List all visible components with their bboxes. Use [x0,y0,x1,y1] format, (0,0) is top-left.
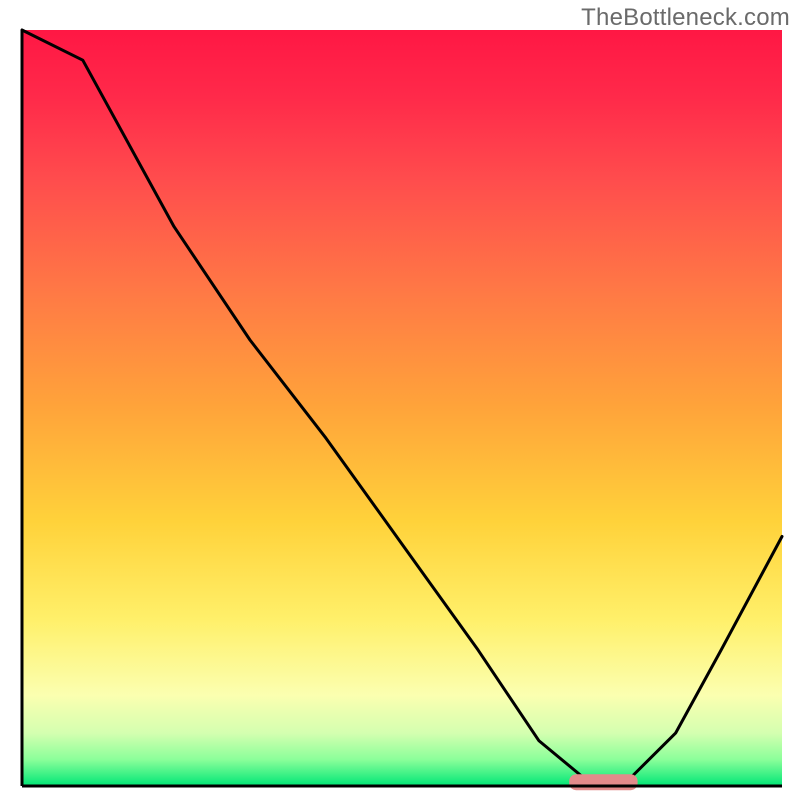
gradient-background [22,30,782,786]
chart-container: TheBottleneck.com [0,0,800,800]
bottleneck-chart [0,0,800,800]
valley-marker [569,774,637,790]
